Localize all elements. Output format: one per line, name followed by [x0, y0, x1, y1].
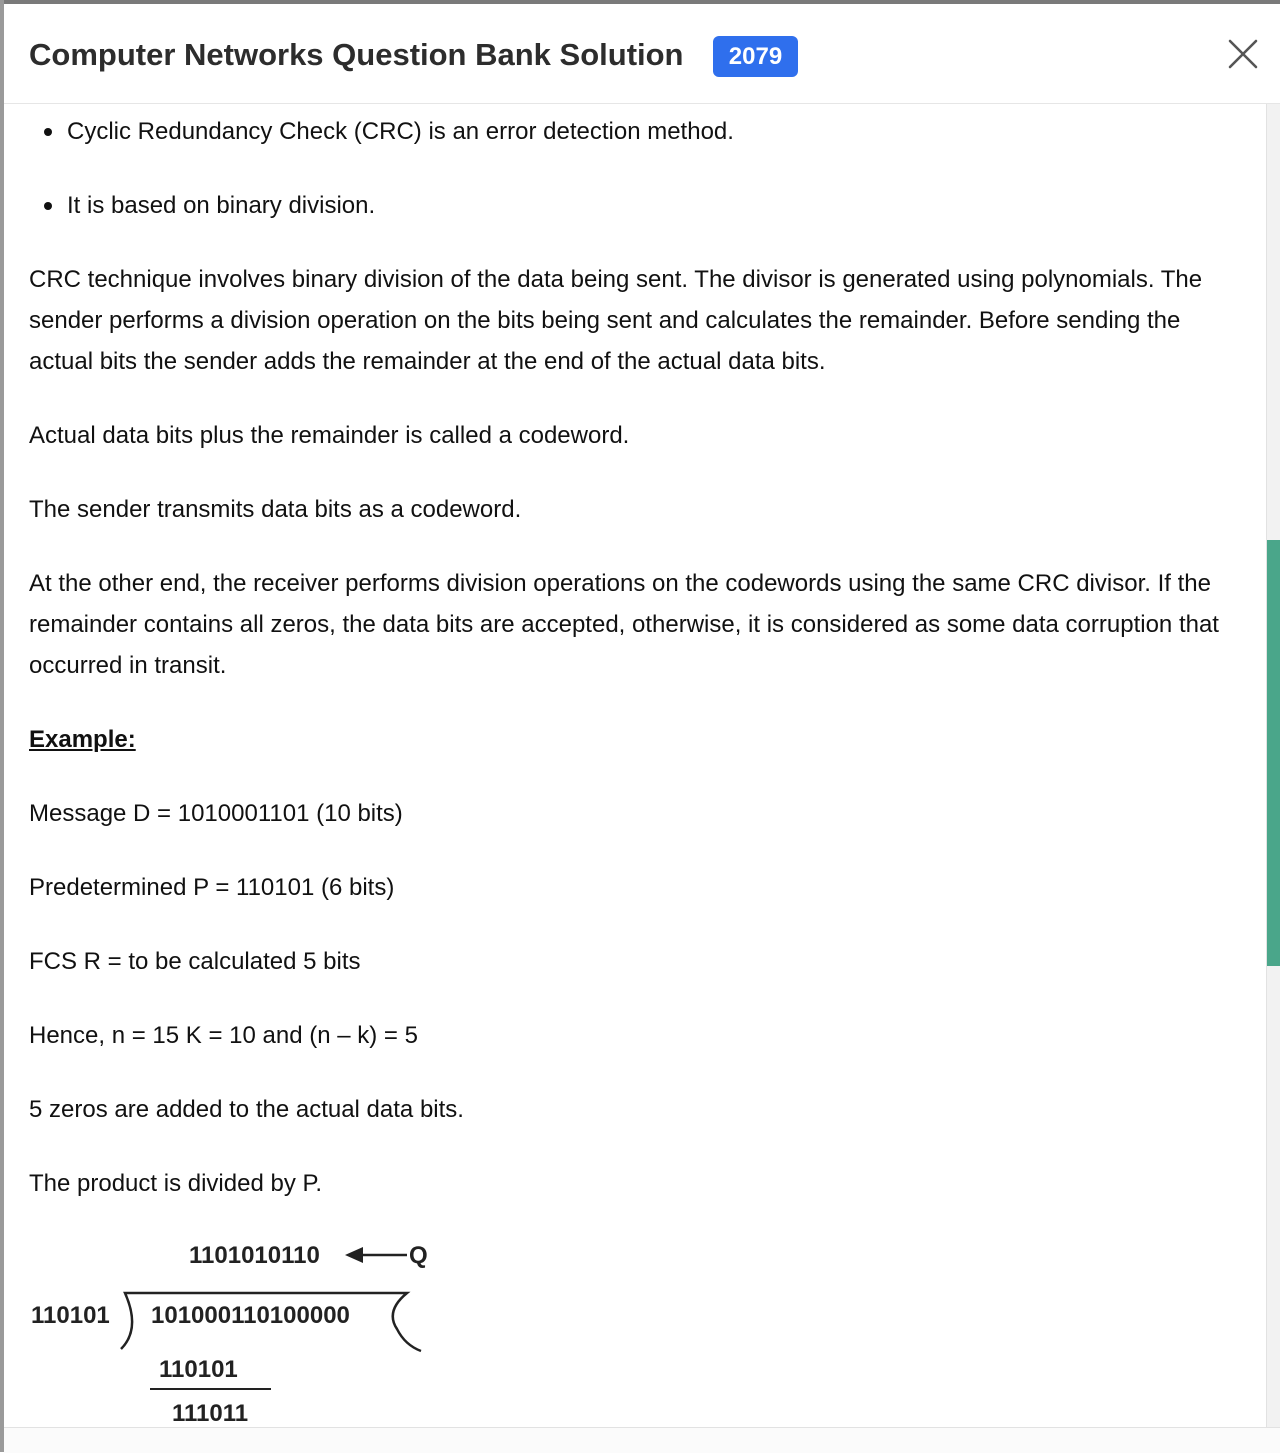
- example-fcs: FCS R = to be calculated 5 bits: [29, 948, 361, 975]
- solution-modal: Computer Networks Question Bank Solution…: [4, 4, 1280, 1453]
- list-item: Cyclic Redundancy Check (CRC) is an erro…: [29, 111, 1249, 152]
- paragraph-receiver: At the other end, the receiver performs …: [29, 570, 1219, 679]
- scrollbar-thumb[interactable]: [1267, 540, 1280, 966]
- modal-header: Computer Networks Question Bank Solution…: [4, 4, 1280, 104]
- example-heading: Example:: [29, 726, 136, 753]
- dividend: 101000110100000: [151, 1302, 350, 1329]
- paragraph-codeword: Actual data bits plus the remainder is c…: [29, 422, 630, 449]
- year-badge: 2079: [713, 36, 798, 77]
- subtract-step-1: 110101: [159, 1356, 238, 1383]
- list-item: It is based on binary division.: [29, 185, 1249, 226]
- example-message: Message D = 1010001101 (10 bits): [29, 800, 403, 827]
- quotient: 1101010110: [189, 1242, 320, 1269]
- solution-content: Cyclic Redundancy Check (CRC) is an erro…: [29, 104, 1249, 1427]
- long-division-figure: 1101010110 Q 110101 101000110100000 1101…: [31, 1242, 428, 1427]
- close-button[interactable]: [1226, 37, 1260, 71]
- example-hence: Hence, n = 15 K = 10 and (n – k) = 5: [29, 1022, 418, 1049]
- example-zeros: 5 zeros are added to the actual data bit…: [29, 1096, 464, 1123]
- modal-body[interactable]: Cyclic Redundancy Check (CRC) is an erro…: [4, 104, 1266, 1427]
- paragraph-crc-technique: CRC technique involves binary division o…: [29, 266, 1203, 375]
- divisor: 110101: [31, 1302, 110, 1329]
- example-divided: The product is divided by P.: [29, 1170, 323, 1197]
- quotient-label: Q: [409, 1242, 428, 1269]
- bullet-list: Cyclic Redundancy Check (CRC) is an erro…: [29, 111, 1249, 226]
- arrow-left-icon: [345, 1247, 407, 1263]
- paragraph-sender-transmits: The sender transmits data bits as a code…: [29, 496, 522, 523]
- subtract-result-1: 111011: [172, 1400, 248, 1427]
- modal-title: Computer Networks Question Bank Solution: [29, 37, 684, 72]
- modal-footer: [4, 1427, 1280, 1453]
- example-predetermined: Predetermined P = 110101 (6 bits): [29, 874, 395, 901]
- close-icon: [1228, 39, 1258, 69]
- scrollbar[interactable]: [1266, 104, 1280, 1427]
